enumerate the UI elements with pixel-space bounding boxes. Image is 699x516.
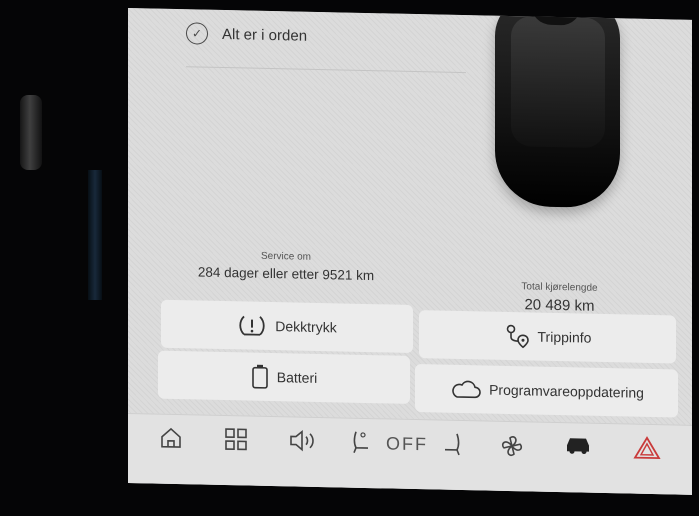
tire-pressure-button[interactable]: Dekktrykk [161,299,413,353]
software-update-label: Programvareoppdatering [489,381,644,401]
bottom-toolbar: OFF [128,413,692,495]
volume-icon[interactable] [288,427,320,454]
status-row: ✓ Alt er i orden [186,22,307,47]
seat-heat-icon[interactable] [441,431,465,460]
trip-info-label: Trippinfo [537,328,592,346]
tire-pressure-icon [237,313,267,338]
seat-icon[interactable] [348,429,372,458]
status-text: Alt er i orden [222,25,308,45]
check-circle-icon: ✓ [186,22,208,45]
cloud-icon [449,379,481,400]
physical-knob [20,95,42,170]
odometer-info: Total kjørelengde 20 489 km [502,281,617,315]
tire-pressure-label: Dekktrykk [275,318,337,336]
route-icon [504,323,530,350]
dashboard-accent [88,170,102,300]
battery-icon [251,364,269,390]
grid-icon[interactable] [223,426,249,453]
hazard-icon[interactable] [633,435,661,462]
trip-info-button[interactable]: Trippinfo [419,310,676,364]
software-update-button[interactable]: Programvareoppdatering [415,364,678,418]
fan-icon[interactable] [498,432,526,461]
car-top-view [495,8,620,209]
infotainment-screen: ✓ Alt er i orden Service om 284 dager el… [128,8,692,495]
battery-label: Batteri [276,369,318,386]
car-icon[interactable] [563,433,593,456]
battery-button[interactable]: Batteri [158,350,410,404]
service-info: Service om 284 dager eller etter 9521 km [186,249,386,283]
odometer-label: Total kjørelengde [521,281,598,294]
home-icon[interactable] [158,425,184,452]
climate-off-label[interactable]: OFF [386,433,428,455]
